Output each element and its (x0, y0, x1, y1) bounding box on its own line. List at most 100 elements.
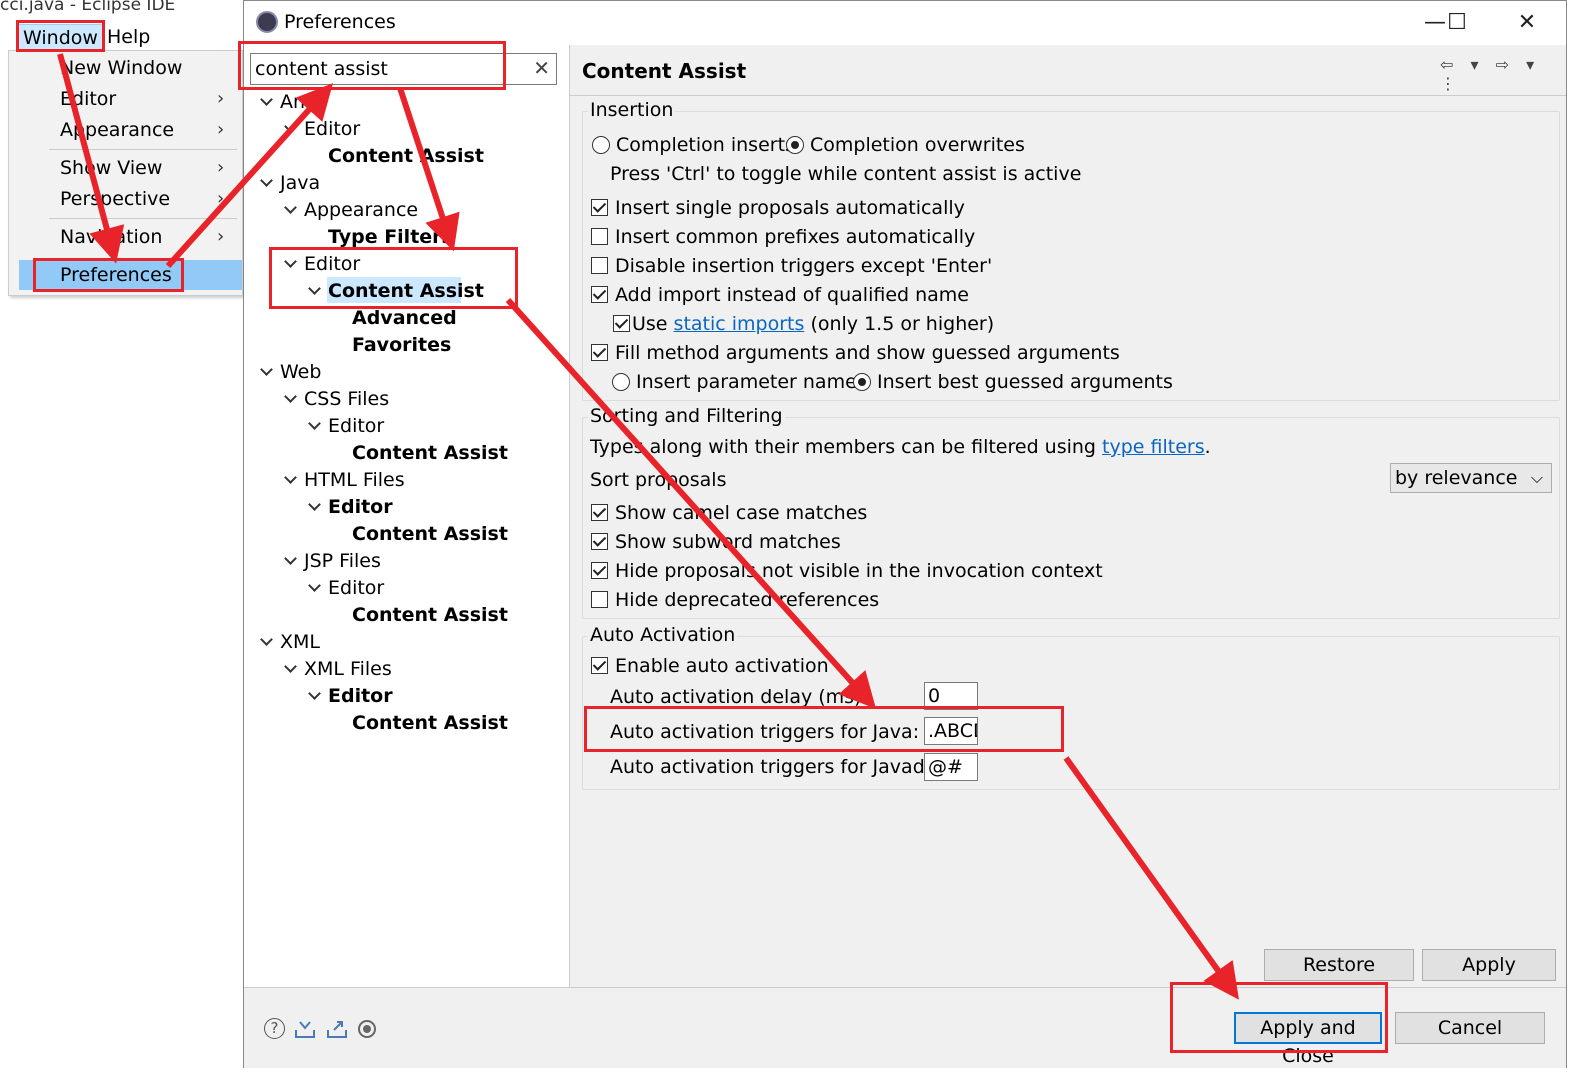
dialog-titlebar: Preferences — ☐ ✕ (244, 1, 1566, 45)
tree-item[interactable]: Appearance (304, 197, 418, 223)
menu-item-label: Appearance (60, 119, 175, 141)
chevron-down-icon[interactable] (284, 554, 298, 568)
menu-item-label: Navigation (60, 226, 163, 248)
chevron-down-icon[interactable] (260, 176, 274, 190)
checkbox-label: Show subword matches (615, 531, 841, 553)
add-import-checkbox[interactable]: Add import instead of qualified name (590, 281, 969, 309)
tree-item[interactable]: XML (280, 629, 320, 655)
annotation-box-window-menu (16, 20, 105, 52)
submenu-arrow-icon: › (217, 88, 225, 109)
chevron-down-icon[interactable] (308, 500, 322, 514)
subword-checkbox[interactable]: Show subword matches (590, 528, 841, 556)
tree-item[interactable]: XML Files (304, 656, 392, 682)
sort-proposals-select[interactable]: by relevance ⌵ (1390, 463, 1552, 493)
chevron-down-icon[interactable] (284, 122, 298, 136)
javadoc-triggers-label: Auto activation triggers for Javadoc: (610, 756, 954, 778)
chevron-down-icon[interactable] (260, 95, 274, 109)
tree-item[interactable]: Web (280, 359, 321, 385)
tree-item[interactable]: Editor (328, 575, 384, 601)
menu-item-appearance[interactable]: Appearance › (9, 115, 242, 145)
apply-button[interactable]: Apply (1422, 949, 1556, 981)
menu-item-show-view[interactable]: Show View › (9, 153, 242, 183)
tree-item[interactable]: Content Assist (352, 521, 508, 547)
checkbox-checked-icon (591, 199, 608, 216)
chevron-down-icon[interactable] (308, 581, 322, 595)
tree-item[interactable]: Editor (328, 413, 384, 439)
import-icon[interactable] (294, 1018, 316, 1040)
checkbox-label: Use (632, 313, 668, 335)
tree-item[interactable]: Editor (328, 683, 393, 709)
maximize-button[interactable]: ☐ (1434, 7, 1480, 39)
radio-selected-icon (853, 373, 871, 391)
submenu-arrow-icon: › (217, 226, 225, 247)
tree-item[interactable]: Content Assist (352, 440, 508, 466)
help-icon[interactable]: ? (264, 1018, 285, 1039)
chevron-down-icon[interactable] (308, 689, 322, 703)
radio-label: Completion inserts (616, 134, 795, 156)
sort-proposals-label: Sort proposals (590, 469, 727, 491)
menu-item-label: New Window (60, 57, 183, 79)
restore-defaults-button[interactable]: Restore Defaults (1264, 949, 1414, 1006)
annotation-box-tree-content-assist (269, 247, 518, 309)
clear-icon[interactable]: ✕ (533, 56, 550, 80)
menu-item-editor[interactable]: Editor › (9, 84, 242, 114)
menu-item-navigation[interactable]: Navigation › (9, 222, 242, 252)
close-button[interactable]: ✕ (1504, 7, 1550, 39)
enable-auto-activation-checkbox[interactable]: Enable auto activation (590, 652, 829, 680)
chevron-down-icon[interactable] (260, 635, 274, 649)
chevron-down-icon[interactable] (284, 473, 298, 487)
insert-parameter-names-radio[interactable]: Insert parameter names (610, 368, 867, 396)
camel-case-checkbox[interactable]: Show camel case matches (590, 499, 867, 527)
tree-item[interactable]: Content Assist (352, 602, 508, 628)
menu-item-perspective[interactable]: Perspective › (9, 184, 242, 214)
checkbox-label: Hide proposals not visible in the invoca… (615, 560, 1103, 582)
tree-item[interactable]: Java (280, 170, 320, 196)
chevron-down-icon[interactable] (284, 392, 298, 406)
tree-item[interactable]: Content Assist (328, 143, 484, 169)
checkbox-label: Add import instead of qualified name (615, 284, 969, 306)
completion-inserts-radio[interactable]: Completion inserts (590, 131, 795, 159)
insert-single-checkbox[interactable]: Insert single proposals automatically (590, 194, 965, 222)
record-icon[interactable] (356, 1018, 378, 1040)
preferences-dialog: Preferences — ☐ ✕ ✕ AntEditorContent Ass… (243, 0, 1567, 1068)
static-imports-link[interactable]: static imports (674, 313, 805, 335)
type-filters-link[interactable]: type filters (1102, 436, 1205, 458)
completion-overwrites-radio[interactable]: Completion overwrites (784, 131, 1025, 159)
page-separator (570, 95, 1566, 96)
hint-text: Types along with their members can be fi… (590, 436, 1096, 458)
tree-item[interactable]: JSP Files (304, 548, 381, 574)
menu-separator (49, 218, 237, 219)
checkbox-label: Show camel case matches (615, 502, 868, 524)
tree-item[interactable]: Content Assist (352, 710, 508, 736)
chevron-down-icon[interactable] (284, 203, 298, 217)
menu-item-new-window[interactable]: New Window (9, 53, 242, 83)
tree-item[interactable]: Editor (328, 494, 393, 520)
use-static-imports-checkbox[interactable]: Use static imports (only 1.5 or higher) (610, 310, 994, 338)
page-navigation-tools[interactable]: ⇦ ▾ ⇨ ▾ ⋮ (1440, 55, 1566, 93)
chevron-down-icon[interactable] (260, 365, 274, 379)
javadoc-triggers-input[interactable]: @# (924, 753, 978, 781)
radio-label: Insert best guessed arguments (877, 371, 1173, 393)
checkbox-label-suffix: (only 1.5 or higher) (810, 313, 995, 335)
tree-item[interactable]: HTML Files (304, 467, 405, 493)
hide-deprecated-checkbox[interactable]: Hide deprecated references (590, 586, 879, 614)
disable-triggers-checkbox[interactable]: Disable insertion triggers except 'Enter… (590, 252, 992, 280)
tree-item[interactable]: Ant (280, 89, 313, 115)
hide-not-visible-checkbox[interactable]: Hide proposals not visible in the invoca… (590, 557, 1103, 585)
export-icon[interactable] (326, 1018, 348, 1040)
insert-common-checkbox[interactable]: Insert common prefixes automatically (590, 223, 975, 251)
type-filters-hint: Types along with their members can be fi… (590, 433, 1211, 461)
tree-item[interactable]: Favorites (352, 332, 451, 358)
chevron-down-icon[interactable] (308, 419, 322, 433)
insert-best-guessed-radio[interactable]: Insert best guessed arguments (851, 368, 1173, 396)
checkbox-label: Enable auto activation (615, 655, 829, 677)
tree-item[interactable]: Editor (304, 116, 360, 142)
chevron-down-icon[interactable] (284, 662, 298, 676)
cancel-button[interactable]: Cancel (1395, 1012, 1545, 1044)
radio-selected-icon (786, 136, 804, 154)
menu-help[interactable]: Help (107, 24, 150, 50)
submenu-arrow-icon: › (217, 157, 225, 178)
fill-arguments-checkbox[interactable]: Fill method arguments and show guessed a… (590, 339, 1120, 367)
tree-item[interactable]: CSS Files (304, 386, 389, 412)
checkbox-icon (591, 257, 608, 274)
